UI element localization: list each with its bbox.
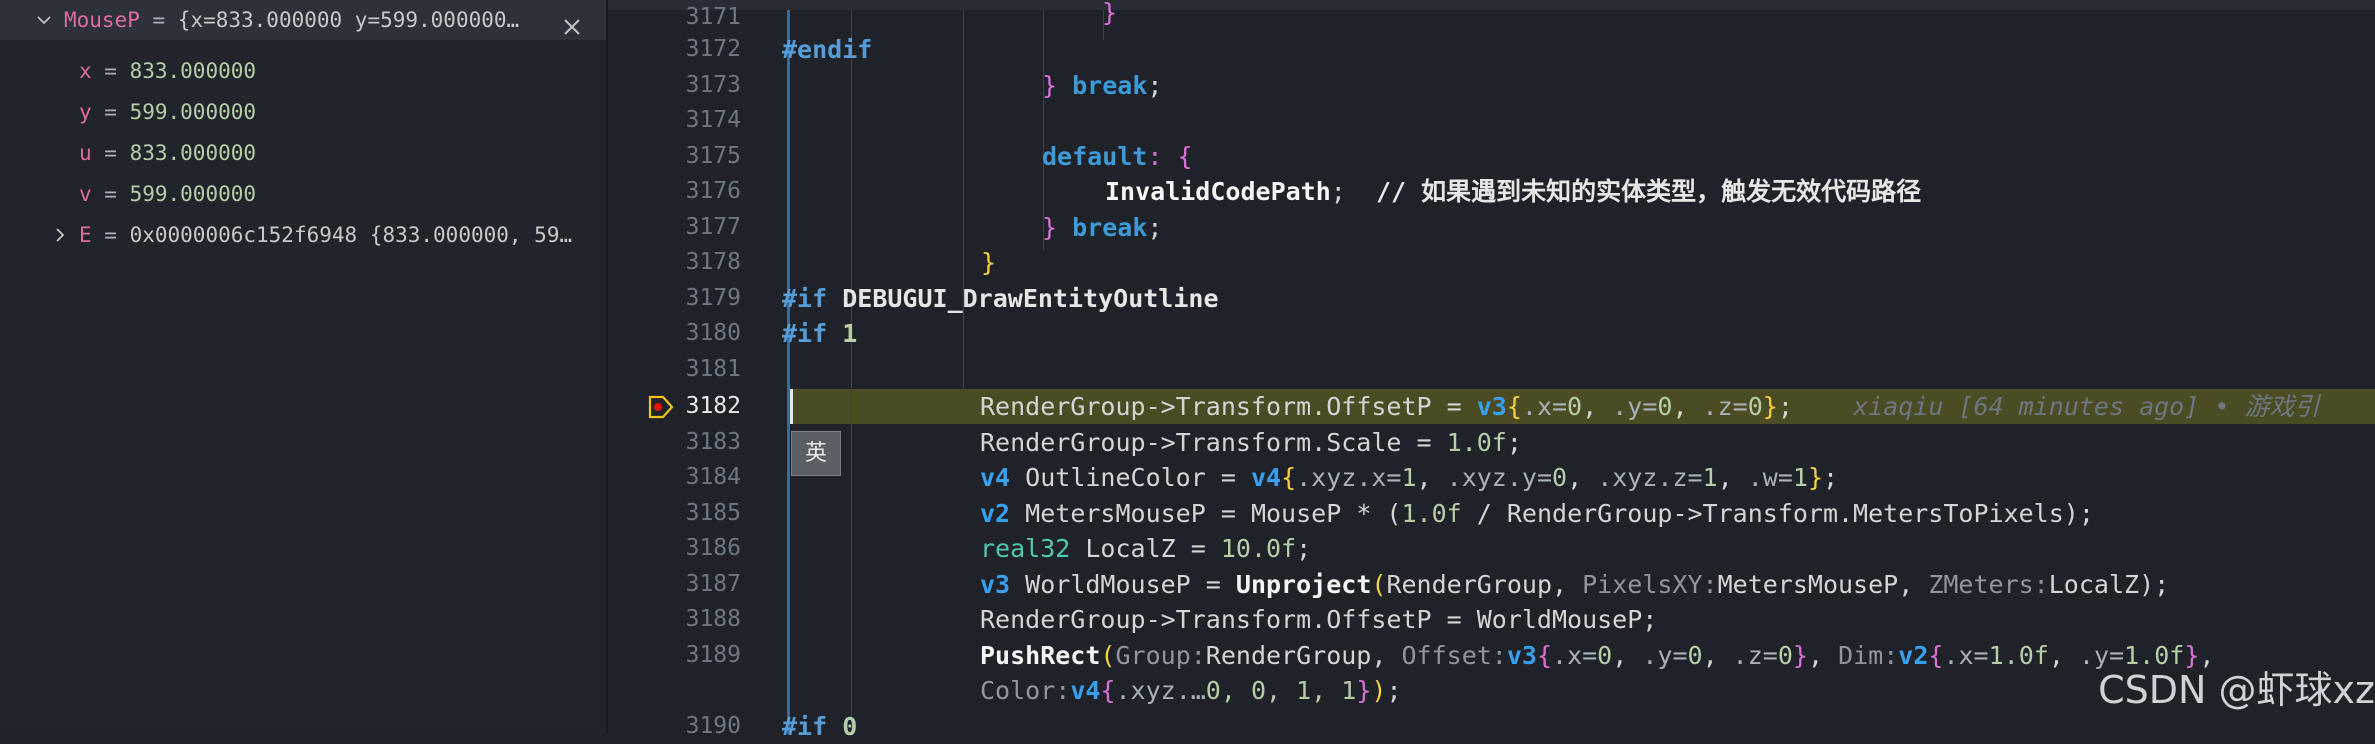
indent-guide	[851, 10, 852, 734]
inlay-hint: Offset:	[1401, 641, 1507, 670]
git-blame-annotation: xiaqiu [64 minutes ago] • 游戏引	[1853, 392, 2320, 421]
line-number[interactable]: 3184	[608, 460, 741, 495]
watch-field-u[interactable]: u = 833.000000	[0, 133, 606, 173]
text-cursor	[790, 389, 793, 424]
code-line-3180[interactable]: #if 1	[782, 316, 857, 351]
line-number[interactable]: 3189	[608, 638, 741, 673]
watch-panel: MouseP = {x=833.000000 y=599.000000… x =…	[0, 0, 606, 734]
watch-field-x[interactable]: x = 833.000000	[0, 51, 606, 91]
code-comment: // 如果遇到未知的实体类型，触发无效代码路径	[1375, 177, 1922, 206]
code-line-3173[interactable]: } break;	[1042, 68, 1162, 103]
watch-item-e[interactable]: E = 0x0000006c152f6948 {833.000000, 59…	[0, 215, 606, 255]
line-number-current[interactable]: 3182	[608, 389, 741, 424]
line-number[interactable]: 3187	[608, 567, 741, 602]
code-line-3183[interactable]: RenderGroup->Transform.Scale = 1.0f;	[980, 425, 1522, 460]
code-line-3179[interactable]: #if DEBUGUI_DrawEntityOutline	[782, 281, 1219, 316]
code-line-3186[interactable]: real32 LocalZ = 10.0f;	[980, 531, 1311, 566]
line-number[interactable]: 3188	[608, 602, 741, 637]
watermark: CSDN @虾球xz	[2098, 668, 2375, 712]
line-number[interactable]: 3177	[608, 210, 741, 245]
ime-language-indicator[interactable]: 英	[791, 431, 841, 476]
code-line-3184[interactable]: v4 OutlineColor = v4{.xyz.x=1, .xyz.y=0,…	[980, 460, 1838, 495]
code-line-3172[interactable]: #endif	[782, 32, 872, 67]
code-line-3190[interactable]: #if 0	[782, 709, 857, 744]
breakpoint-arrow-icon[interactable]	[648, 395, 674, 419]
code-line-3185[interactable]: v2 MetersMouseP = MouseP * (1.0f / Rende…	[980, 496, 2094, 531]
close-icon[interactable]	[562, 10, 582, 35]
line-number[interactable]: 3183	[608, 425, 741, 460]
line-number[interactable]: 3179	[608, 281, 741, 316]
line-number[interactable]: 3185	[608, 496, 741, 531]
line-number[interactable]: 3175	[608, 139, 741, 174]
code-line-3187[interactable]: v3 WorldMouseP = Unproject(RenderGroup, …	[980, 567, 2169, 602]
inlay-hint: Dim:	[1838, 641, 1899, 670]
chevron-right-icon[interactable]	[52, 227, 68, 243]
watch-field-v[interactable]: v = 599.000000	[0, 174, 606, 214]
code-line-3188[interactable]: RenderGroup->Transform.OffsetP = WorldMo…	[980, 602, 1657, 637]
code-line-3177[interactable]: } break;	[1042, 210, 1162, 245]
watch-field-y[interactable]: y = 599.000000	[0, 92, 606, 132]
code-line-3182[interactable]: RenderGroup->Transform.OffsetP = v3{.x=0…	[980, 389, 2319, 424]
line-number[interactable]: 3190	[608, 709, 741, 744]
line-number[interactable]: 3172	[608, 32, 741, 67]
editor-tab-strip	[608, 0, 2375, 10]
chevron-down-icon[interactable]	[36, 12, 52, 28]
inlay-hint: Group:	[1115, 641, 1206, 670]
indent-guide	[1043, 170, 1044, 200]
line-number[interactable]: 3176	[608, 174, 741, 209]
code-line-3178[interactable]: }	[981, 245, 996, 280]
line-number[interactable]: 3180	[608, 316, 741, 351]
line-number[interactable]: 3171	[608, 0, 741, 35]
inlay-hint: PixelsXY:	[1582, 570, 1718, 599]
code-line-3175[interactable]: default: {	[1042, 139, 1193, 174]
inlay-hint: ZMeters:	[1928, 570, 2049, 599]
git-change-gutter-marker[interactable]	[787, 10, 790, 734]
code-editor[interactable]: 3171 3172 3173 3174 3175 3176 3177 3178 …	[608, 0, 2375, 741]
watch-var-value: {x=833.000000 y=599.000000…	[177, 8, 520, 32]
code-line-3171[interactable]: }	[1102, 0, 1117, 30]
indent-guide	[963, 10, 964, 390]
watch-item-mousep[interactable]: MouseP = {x=833.000000 y=599.000000…	[0, 0, 606, 40]
inlay-hint: Color:	[980, 676, 1071, 705]
line-number[interactable]: 3181	[608, 352, 741, 387]
line-number[interactable]: 3174	[608, 103, 741, 138]
code-line-3189[interactable]: PushRect(Group:RenderGroup, Offset:v3{.x…	[980, 638, 2214, 673]
code-line-3176[interactable]: InvalidCodePath; // 如果遇到未知的实体类型，触发无效代码路径	[1105, 174, 1921, 209]
line-number[interactable]: 3186	[608, 531, 741, 566]
line-number[interactable]: 3178	[608, 245, 741, 280]
line-number[interactable]: 3173	[608, 68, 741, 103]
watch-var-name: MouseP	[64, 8, 140, 32]
code-line-3189-wrap[interactable]: Color:v4{.xyz.…0, 0, 1, 1});	[980, 673, 1402, 708]
